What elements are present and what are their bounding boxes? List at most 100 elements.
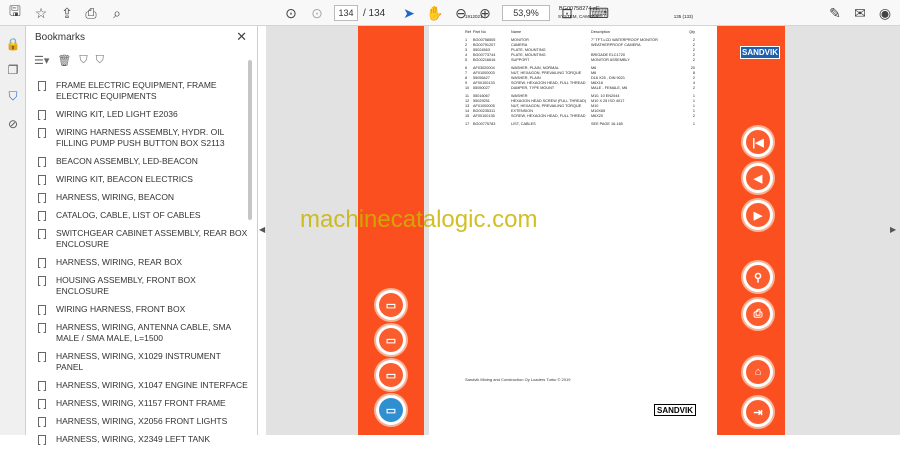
bookmark-item[interactable]: WIRING KIT, LED LIGHT E2036 (38, 109, 248, 120)
machine-view-button-active[interactable]: ▭ (376, 395, 406, 425)
bookmark-icon[interactable]: ⛉ (5, 88, 21, 104)
edit-pen-icon[interactable]: ✎ (826, 4, 844, 22)
doc-id: BG00758274 eE (559, 6, 600, 12)
page-down-icon[interactable]: ⊙ (308, 4, 326, 22)
print-page-button[interactable]: ⎙ (743, 299, 773, 329)
bookmark-label: HARNESS, WIRING, REAR BOX (56, 257, 183, 267)
bookmark-label: FRAME ELECTRIC EQUIPMENT, FRAME ELECTRIC… (56, 80, 217, 101)
bookmark-item[interactable]: HARNESS, WIRING, BEACON (38, 192, 248, 203)
bookmark-label: HOUSING ASSEMBLY, FRONT BOX ENCLOSURE (56, 275, 196, 296)
exit-button[interactable]: ⇥ (743, 397, 773, 427)
bookmark-flag-icon (38, 276, 46, 286)
table-cell: 2 (692, 86, 695, 90)
expand-panel-icon[interactable]: ▶ (890, 225, 896, 234)
bookmark-search-icon[interactable]: ⛉ (96, 54, 104, 67)
bookmark-item[interactable]: WIRING KIT, BEACON ELECTRICS (38, 174, 248, 185)
bookmark-item[interactable]: HARNESS, WIRING, X1157 FRONT FRAME (38, 398, 248, 409)
bookmark-item[interactable]: CATALOG, CABLE, LIST OF CABLES (38, 210, 248, 221)
search-icon[interactable]: ⌕ (108, 4, 126, 22)
home-button[interactable]: ⌂ (743, 357, 773, 387)
delete-icon[interactable]: 🗑 (57, 54, 71, 67)
collapse-panel-icon[interactable]: ◀ (259, 225, 265, 234)
table-row: 10 55050027 DAMPER, TYPE MOUNT MALE - FEMAL… (465, 86, 695, 91)
panel-scrollbar[interactable] (248, 60, 252, 220)
bookmark-flag-icon (38, 435, 46, 445)
pages-icon[interactable]: ❐ (5, 62, 21, 78)
column-header: Ref (465, 30, 471, 34)
bookmark-item[interactable]: WIRING HARNESS, FRONT BOX (38, 304, 248, 315)
machine-view-button-2[interactable]: ▭ (376, 325, 406, 355)
table-cell: 5 (465, 58, 468, 62)
bookmark-label: WIRING KIT, LED LIGHT E2036 (56, 109, 178, 119)
machine-icon: ▭ (379, 293, 403, 317)
zoom-in-icon[interactable]: ⊕ (476, 4, 494, 22)
options-menu-icon[interactable]: ☰▾ (34, 54, 49, 67)
machine-icon: ▭ (379, 328, 403, 352)
binoculars-button[interactable]: ⚲ (743, 262, 773, 292)
doc-date: 1912021 (465, 14, 483, 19)
parts-table: Ref Part No Name Description Qty 1 BG00758505 M… (465, 30, 695, 127)
attachment-icon[interactable]: ⊘ (5, 116, 21, 132)
bookmark-flag-icon (38, 305, 46, 315)
sandvik-logo: SANDVIK (740, 46, 780, 59)
bookmark-item[interactable]: HARNESS, WIRING, X1047 ENGINE INTERFACE (38, 380, 248, 391)
bookmark-item[interactable]: HARNESS, WIRING, ANTENNA CABLE, SMA MALE… (38, 322, 248, 344)
next-page-button[interactable]: ▶ (743, 200, 773, 230)
bookmark-item[interactable]: HARNESS, WIRING, X2056 FRONT LIGHTS (38, 416, 248, 427)
bookmark-label: HARNESS, WIRING, X1157 FRONT FRAME (56, 398, 226, 408)
bookmark-label: WIRING KIT, BEACON ELECTRICS (56, 174, 193, 184)
table-cell: BG00775783 (473, 122, 496, 126)
new-bookmark-icon[interactable]: ⛉ (79, 54, 87, 67)
bookmark-flag-icon (38, 193, 46, 203)
table-cell: 10 (465, 86, 470, 90)
bookmark-item[interactable]: FRAME ELECTRIC EQUIPMENT, FRAME ELECTRIC… (38, 80, 248, 102)
star-icon[interactable]: ☆ (32, 4, 50, 22)
machine-view-button-1[interactable]: ▭ (376, 290, 406, 320)
machine-icon: ▭ (379, 398, 403, 422)
lock-icon[interactable]: 🔒 (5, 36, 21, 52)
bookmark-tools: ☰▾ 🗑 ⛉ ⛉ (34, 54, 104, 67)
doc-subheader: 1912021 SYSTEM, CAMERA 135 (133) (465, 14, 693, 19)
table-row: 5 BG00216616 SUPPORT MONITOR ASSEMBLY 2 (465, 58, 695, 63)
print-icon[interactable]: ⎙ (82, 4, 100, 22)
page-up-icon[interactable]: ⊙ (282, 4, 300, 22)
previous-page-button[interactable]: ◀ (743, 163, 773, 193)
bookmark-item[interactable]: HARNESS, WIRING, REAR BOX (38, 257, 248, 268)
bookmark-flag-icon (38, 175, 46, 185)
mail-icon[interactable]: ✉ (851, 4, 869, 22)
table-cell: BG00216616 (473, 58, 496, 62)
zoom-out-icon[interactable]: ⊖ (452, 4, 470, 22)
bookmark-label: WIRING HARNESS, FRONT BOX (56, 304, 186, 314)
bookmark-item[interactable]: BEACON ASSEMBLY, LED-BEACON (38, 156, 248, 167)
column-header: Name (511, 30, 522, 34)
printer-icon: ⎙ (746, 302, 770, 326)
bookmark-item[interactable]: WIRING HARNESS ASSEMBLY, HYDR. OIL FILLI… (38, 127, 248, 149)
cloud-upload-icon[interactable]: ⇪ (58, 4, 76, 22)
bookmark-flag-icon (38, 352, 46, 362)
bookmark-flag-icon (38, 128, 46, 138)
bookmark-label: WIRING HARNESS ASSEMBLY, HYDR. OIL FILLI… (56, 127, 225, 148)
save-icon[interactable]: 🖫 (6, 3, 24, 22)
table-cell: 15 (465, 114, 470, 118)
bookmark-flag-icon (38, 399, 46, 409)
page-number-input[interactable]: 134 (334, 5, 358, 21)
table-cell: SUPPORT (511, 58, 530, 62)
parts-table-header: Ref Part No Name Description Qty (465, 30, 695, 35)
bookmark-list: FRAME ELECTRIC EQUIPMENT, FRAME ELECTRIC… (38, 80, 248, 452)
machine-view-button-3[interactable]: ▭ (376, 360, 406, 390)
table-cell: MONITOR ASSEMBLY (591, 58, 630, 62)
hand-tool-icon[interactable]: ✋ (426, 4, 444, 22)
table-cell: 55050027 (473, 86, 490, 90)
close-icon[interactable]: ✕ (236, 29, 247, 45)
bookmark-label: HARNESS, WIRING, X1047 ENGINE INTERFACE (56, 380, 248, 390)
bookmark-item[interactable]: HARNESS, WIRING, X1029 INSTRUMENT PANEL (38, 351, 248, 373)
first-page-button[interactable]: |◀ (743, 127, 773, 157)
bookmark-flag-icon (38, 381, 46, 391)
bookmark-item[interactable]: HOUSING ASSEMBLY, FRONT BOX ENCLOSURE (38, 275, 248, 297)
bookmark-item[interactable]: SWITCHGEAR CABINET ASSEMBLY, REAR BOX EN… (38, 228, 248, 250)
table-row: 15 AF00100135 SCREW, HEXAGON HEAD, FULL TH… (465, 114, 695, 119)
select-cursor-icon[interactable]: ➤ (400, 4, 418, 22)
account-icon[interactable]: ◉ (876, 4, 894, 22)
bookmark-flag-icon (38, 229, 46, 239)
bookmark-item[interactable]: HARNESS, WIRING, X2349 LEFT TANK (38, 434, 248, 445)
